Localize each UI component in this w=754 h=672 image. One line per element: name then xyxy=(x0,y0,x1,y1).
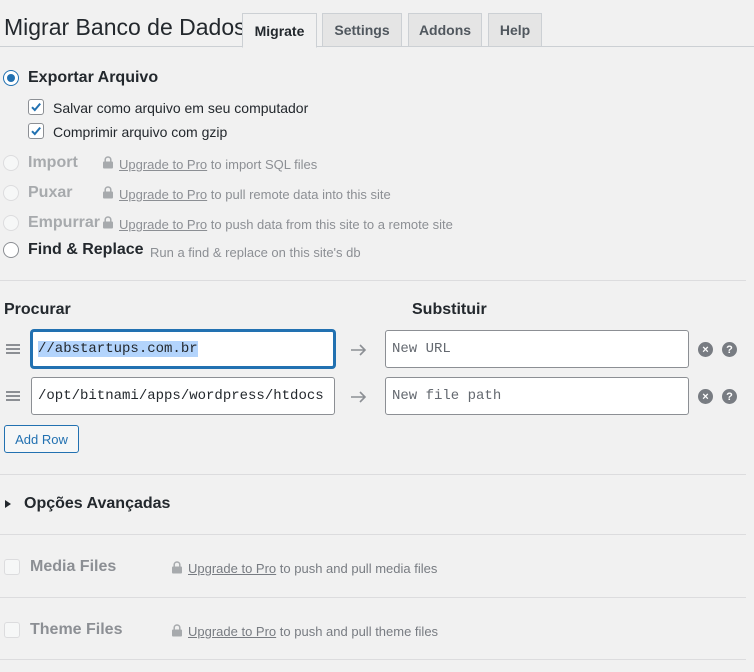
theme-upgrade-note: Upgrade to Pro to push and pull theme fi… xyxy=(188,624,439,639)
section-divider xyxy=(0,659,746,660)
tab-settings[interactable]: Settings xyxy=(322,13,402,47)
import-upgrade-link[interactable]: Upgrade to Pro xyxy=(119,157,207,172)
export-label: Exportar Arquivo xyxy=(28,69,159,86)
drag-handle-icon[interactable] xyxy=(6,344,20,354)
replace-input-text[interactable] xyxy=(392,341,682,357)
replace-input-text[interactable] xyxy=(392,388,682,404)
lock-icon xyxy=(103,216,113,229)
expand-triangle-icon[interactable] xyxy=(5,500,11,508)
checkmark-icon xyxy=(31,102,41,112)
drag-handle-icon[interactable] xyxy=(6,391,20,401)
lock-icon xyxy=(172,624,182,637)
remove-row-icon[interactable]: × xyxy=(698,342,713,357)
pull-label: Puxar xyxy=(28,184,73,201)
gzip-checkbox[interactable] xyxy=(28,123,44,139)
find-input[interactable]: //abstartups.com.br xyxy=(31,330,335,368)
remove-row-icon[interactable]: × xyxy=(698,389,713,404)
theme-upgrade-link[interactable]: Upgrade to Pro xyxy=(188,624,276,639)
find-column-header: Procurar xyxy=(4,301,71,318)
find-replace-hint: Run a find & replace on this site's db xyxy=(150,245,361,260)
lock-icon xyxy=(103,156,113,169)
help-icon[interactable]: ? xyxy=(722,342,737,357)
arrow-right-icon xyxy=(351,391,367,403)
save-file-label: Salvar como arquivo em seu computador xyxy=(53,100,309,116)
pull-upgrade-note: Upgrade to Pro to pull remote data into … xyxy=(119,187,391,202)
page-title: Migrar Banco de Dados xyxy=(4,14,246,40)
section-divider xyxy=(0,280,746,281)
find-input[interactable]: /opt/bitnami/apps/wordpress/htdocs xyxy=(31,377,335,415)
tab-help[interactable]: Help xyxy=(488,13,542,47)
replace-column-header: Substituir xyxy=(412,301,487,318)
find-replace-label: Find & Replace xyxy=(28,241,144,258)
push-radio[interactable] xyxy=(3,215,19,231)
push-upgrade-link[interactable]: Upgrade to Pro xyxy=(119,217,207,232)
import-label: Import xyxy=(28,154,78,171)
arrow-right-icon xyxy=(351,344,367,356)
lock-icon xyxy=(103,186,113,199)
pull-upgrade-link[interactable]: Upgrade to Pro xyxy=(119,187,207,202)
media-upgrade-link[interactable]: Upgrade to Pro xyxy=(188,561,276,576)
media-files-label: Media Files xyxy=(30,558,117,575)
gzip-label: Comprimir arquivo com gzip xyxy=(53,124,228,140)
advanced-options-toggle[interactable]: Opções Avançadas xyxy=(24,495,170,513)
save-file-checkbox[interactable] xyxy=(28,99,44,115)
replace-input[interactable] xyxy=(385,330,689,368)
import-radio[interactable] xyxy=(3,155,19,171)
section-divider xyxy=(0,534,746,535)
export-radio[interactable] xyxy=(3,70,19,86)
pull-radio[interactable] xyxy=(3,185,19,201)
push-upgrade-note: Upgrade to Pro to push data from this si… xyxy=(119,217,453,232)
theme-files-checkbox[interactable] xyxy=(4,622,20,638)
help-icon[interactable]: ? xyxy=(722,389,737,404)
section-divider xyxy=(0,474,746,475)
replace-input[interactable] xyxy=(385,377,689,415)
find-replace-radio[interactable] xyxy=(3,242,19,258)
theme-files-label: Theme Files xyxy=(30,621,123,638)
media-files-checkbox[interactable] xyxy=(4,559,20,575)
push-label: Empurrar xyxy=(28,214,101,231)
import-upgrade-note: Upgrade to Pro to import SQL files xyxy=(119,157,318,172)
section-divider xyxy=(0,597,746,598)
add-row-button[interactable]: Add Row xyxy=(4,425,79,453)
checkmark-icon xyxy=(31,126,41,136)
media-upgrade-note: Upgrade to Pro to push and pull media fi… xyxy=(188,561,438,576)
tab-addons[interactable]: Addons xyxy=(408,13,482,47)
tab-migrate[interactable]: Migrate xyxy=(242,13,317,48)
lock-icon xyxy=(172,561,182,574)
